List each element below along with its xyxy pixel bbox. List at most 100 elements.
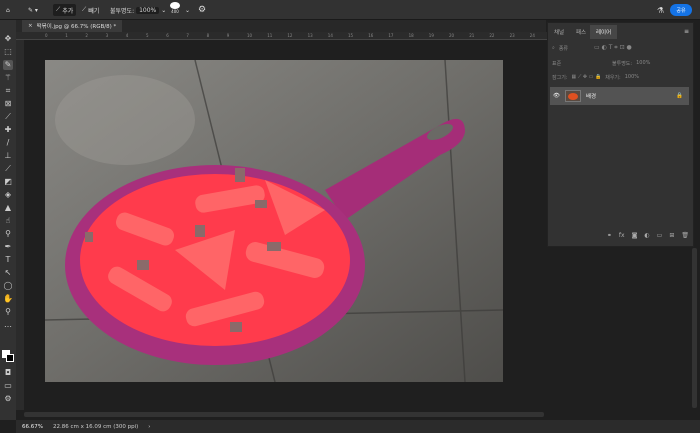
brush-circle-icon [170, 2, 180, 9]
document-title: 떡볶이.jpg @ 66.7% (RGB/8) * [36, 24, 117, 30]
link-icon[interactable]: ⚭ [607, 232, 612, 239]
eye-icon[interactable]: 👁 [553, 93, 560, 99]
horizontal-scrollbar[interactable] [24, 412, 544, 417]
panel-menu-icon[interactable]: ≡ [684, 28, 689, 35]
more-tools-icon[interactable]: … [3, 320, 13, 330]
vertical-ruler [16, 40, 24, 410]
screen-mode-icon[interactable]: ▭ [3, 381, 13, 391]
extras-icon[interactable]: ⚙ [3, 394, 13, 404]
pen-tool-icon[interactable]: ✒ [3, 242, 13, 252]
add-to-selection-button[interactable]: ⟋ 추가 [53, 4, 77, 16]
ruler-label: 7 [186, 33, 189, 38]
brush-size-picker[interactable]: 400 [170, 2, 180, 14]
shape-tool-icon[interactable]: ◯ [3, 281, 13, 291]
tab-layers[interactable]: 레이어 [590, 25, 618, 39]
opacity-label: 불투명도: [612, 60, 633, 67]
paint-bucket-icon[interactable]: ◈ [3, 190, 13, 200]
healing-brush-icon[interactable]: ✚ [3, 125, 13, 135]
new-layer-icon[interactable]: ⊞ [669, 232, 674, 239]
chevron-down-icon[interactable]: ⌄ [185, 4, 190, 16]
brush-tool-icon[interactable]: / [3, 138, 13, 148]
quick-mask-icon[interactable]: ◘ [3, 368, 13, 378]
adjustment-icon[interactable]: ◐ [644, 232, 649, 239]
subtract-from-selection-button[interactable]: ⟋ 빼기 [82, 4, 99, 16]
ruler-label: 10 [247, 33, 253, 38]
trash-icon[interactable]: 🗑 [681, 232, 689, 239]
stone-carving [55, 75, 195, 165]
quick-selection-tool-icon[interactable]: ✎ [3, 60, 13, 70]
share-button[interactable]: 공유 [670, 4, 692, 16]
crop-tool-icon[interactable]: ⌗ [3, 86, 13, 96]
tab-paths[interactable]: 패스 [570, 25, 592, 39]
ruler-label: 14 [327, 33, 333, 38]
document-tab-bar: × 떡볶이.jpg @ 66.7% (RGB/8) * [16, 20, 546, 32]
path-selection-icon[interactable]: ↖ [3, 268, 13, 278]
ruler-label: 12 [287, 33, 293, 38]
fx-icon[interactable]: fx [619, 232, 625, 239]
lock-label: 잠그기: [552, 74, 568, 81]
ruler-label: 11 [267, 33, 273, 38]
ruler-label: 23 [509, 33, 515, 38]
ruler-label: 16 [368, 33, 374, 38]
ruler-label: 2 [85, 33, 88, 38]
zoom-tool-icon[interactable]: ⚲ [3, 307, 13, 317]
home-icon[interactable]: ⌂ [6, 4, 10, 16]
opacity-input[interactable]: 100% [136, 6, 160, 14]
ruler-label: 4 [125, 33, 129, 38]
type-tool-icon[interactable]: T [3, 255, 13, 265]
filter-icons[interactable]: ▭ ◐ T ⌗ ⊡ ● [594, 44, 632, 52]
ruler-label: 3 [105, 33, 109, 38]
brush-plus-icon: ⟋ [56, 6, 61, 13]
filter-kind-select[interactable]: 종류 [559, 45, 568, 52]
magic-wand-icon[interactable]: ⚚ [3, 73, 13, 83]
layer-row[interactable]: 👁 배경 🔒 [550, 87, 689, 105]
document-canvas[interactable] [45, 60, 503, 382]
fill-label: 채우기: [605, 74, 621, 81]
layer-actions: ⚭ fx ◙ ◐ ▭ ⊞ 🗑 [552, 229, 689, 241]
smudge-tool-icon[interactable]: ☝ [3, 216, 13, 226]
opacity-input[interactable]: 100% [636, 60, 650, 66]
tab-channels[interactable]: 채널 [548, 25, 570, 39]
dodge-tool-icon[interactable]: ⚲ [3, 229, 13, 239]
toolbar: ✥ ⬚ ✎ ⚚ ⌗ ⊠ ⟋ ✚ / ⊥ ⟋ ◩ ◈ ▲ ☝ ⚲ ✒ T ↖ ◯ … [0, 20, 16, 420]
eraser-icon[interactable]: ◩ [3, 177, 13, 187]
ruler-label: 9 [226, 33, 230, 38]
chevron-right-icon[interactable]: › [148, 424, 150, 430]
brush-size: 400 [171, 9, 179, 14]
blend-mode-select[interactable]: 표준 [552, 60, 608, 67]
history-brush-icon[interactable]: ⟋ [3, 164, 13, 174]
ruler-label: 6 [166, 33, 169, 38]
eyedropper-icon[interactable]: ⟋ [3, 112, 13, 122]
chevron-down-icon[interactable]: ⌄ [161, 7, 166, 14]
document-tab[interactable]: × 떡볶이.jpg @ 66.7% (RGB/8) * [22, 20, 123, 32]
lock-icons[interactable]: ▦ ⟋ ✥ ▭ 🔒 [572, 74, 602, 80]
marquee-tool-icon[interactable]: ⬚ [3, 47, 13, 57]
quick-selection-tool-preset[interactable]: ✎ ▾ [28, 4, 38, 16]
layer-thumbnail [564, 90, 581, 102]
gear-icon[interactable]: ⚙ [198, 4, 206, 16]
mask-icon[interactable]: ◙ [632, 232, 638, 239]
fill-input[interactable]: 100% [625, 74, 639, 80]
layers-panel: 채널 패스 레이어 ≡ ⌕ 종류 ▭ ◐ T ⌗ ⊡ ● 표준 불투명도: 100% 잠… [547, 22, 694, 247]
clone-stamp-icon[interactable]: ⊥ [3, 151, 13, 161]
ruler-label: 1 [65, 33, 68, 38]
zoom-level[interactable]: 66.67% [22, 424, 43, 430]
flask-icon[interactable]: ⚗ [657, 4, 664, 16]
background-color-swatch[interactable] [6, 354, 14, 362]
ruler-label: 18 [408, 33, 414, 38]
ruler-label: 24 [529, 33, 535, 38]
search-icon: ⌕ [552, 45, 555, 51]
vertical-scrollbar[interactable] [692, 248, 697, 408]
move-tool-icon[interactable]: ✥ [3, 34, 13, 44]
blur-tool-icon[interactable]: ▲ [3, 203, 13, 213]
ruler-label: 20 [449, 33, 455, 38]
folder-icon[interactable]: ▭ [657, 232, 663, 239]
ruler-label: 8 [206, 33, 210, 38]
frame-tool-icon[interactable]: ⊠ [3, 99, 13, 109]
layer-name: 배경 [585, 94, 597, 100]
document-info[interactable]: 22.86 cm x 16.09 cm (300 ppi) [53, 424, 138, 430]
hand-tool-icon[interactable]: ✋ [3, 294, 13, 304]
add-label: 추가 [62, 7, 74, 15]
ruler-label: 13 [307, 33, 313, 38]
close-icon[interactable]: × [28, 23, 33, 29]
